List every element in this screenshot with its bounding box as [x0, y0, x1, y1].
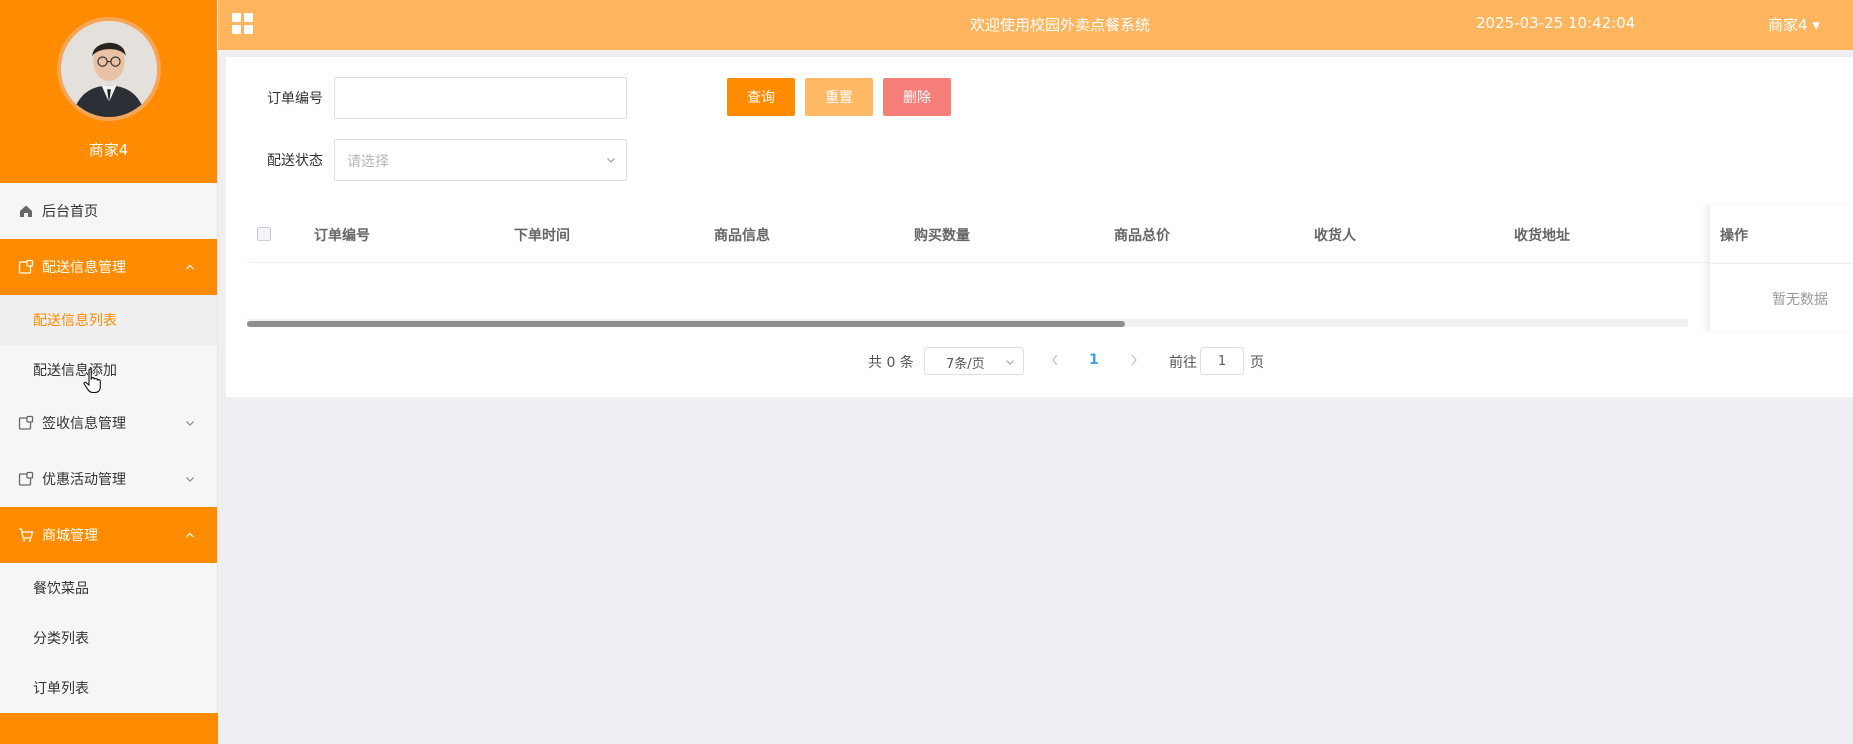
- sidebar-item-promotion-management[interactable]: 优惠活动管理: [0, 451, 217, 507]
- page-suffix: 页: [1250, 355, 1264, 371]
- avatar-image: [60, 21, 157, 117]
- prev-page-icon[interactable]: [1050, 353, 1060, 367]
- sidebar-item-delivery-management[interactable]: 配送信息管理: [0, 239, 217, 295]
- query-button[interactable]: 查询: [727, 78, 795, 116]
- avatar[interactable]: [56, 17, 161, 121]
- chevron-down-icon: [185, 474, 195, 484]
- sidebar-item-shop-management[interactable]: 商城管理: [0, 507, 217, 563]
- submenu-item-dishes[interactable]: 餐饮菜品: [0, 563, 217, 613]
- submenu-item-delivery-list[interactable]: 配送信息列表: [0, 295, 217, 345]
- select-all-checkbox[interactable]: [257, 227, 271, 241]
- page-number-current[interactable]: 1: [1089, 352, 1099, 368]
- top-header: 欢迎使用校园外卖点餐系统 2025-03-25 10:42:04 商家4 ▾: [218, 0, 1853, 50]
- grid-menu-icon[interactable]: [232, 13, 254, 35]
- goto-page-input[interactable]: [1200, 347, 1244, 375]
- sidebar-item-label: 商城管理: [42, 528, 98, 544]
- column-header[interactable]: 收货地址: [1514, 225, 1570, 245]
- sidebar-item-signoff-management[interactable]: 签收信息管理: [0, 395, 217, 451]
- order-no-input[interactable]: [334, 77, 627, 119]
- table-header: 订单编号 下单时间 商品信息 购买数量 商品总价 收货人 收货地址: [247, 205, 1853, 263]
- total-count: 共 0 条: [868, 355, 914, 371]
- sidebar-item-label: 签收信息管理: [42, 416, 126, 432]
- sidebar-item-home[interactable]: 后台首页: [0, 183, 217, 239]
- column-header[interactable]: 收货人: [1314, 225, 1356, 245]
- delete-button[interactable]: 删除: [883, 78, 951, 116]
- sidebar: 商家4 后台首页 配送信息管理 配送信息列表 配送信息添加 签收信息管理 优惠活…: [0, 0, 218, 744]
- home-icon: [18, 203, 34, 219]
- submenu-item-categories[interactable]: 分类列表: [0, 613, 217, 663]
- folder-icon: [18, 415, 34, 431]
- content-panel: 订单编号 查询 重置 删除 配送状态 请选择 订单编号 下单时间 商品信息 购买…: [226, 57, 1853, 397]
- submenu-item-orders[interactable]: 订单列表: [0, 663, 217, 713]
- profile-panel: 商家4: [0, 0, 217, 183]
- cart-icon: [18, 527, 34, 543]
- select-placeholder: 请选择: [347, 154, 389, 170]
- user-dropdown[interactable]: 商家4 ▾: [1768, 14, 1820, 35]
- profile-name: 商家4: [88, 141, 129, 159]
- chevron-up-icon: [185, 262, 195, 272]
- submenu-item-delivery-add[interactable]: 配送信息添加: [0, 345, 217, 395]
- chevron-down-icon: [1006, 360, 1014, 365]
- hand-pointer-icon: [83, 368, 101, 394]
- delivery-table: 订单编号 下单时间 商品信息 购买数量 商品总价 收货人 收货地址 操作 暂无数…: [247, 205, 1853, 331]
- chevron-up-icon: [185, 530, 195, 540]
- delivery-status-label: 配送状态: [267, 153, 323, 169]
- sidebar-item-label: 优惠活动管理: [42, 472, 126, 488]
- chevron-down-icon: [185, 418, 195, 428]
- header-datetime: 2025-03-25 10:42:04: [1476, 14, 1636, 32]
- column-header[interactable]: 购买数量: [914, 225, 970, 245]
- column-header[interactable]: 订单编号: [314, 225, 370, 245]
- goto-label: 前往: [1169, 355, 1197, 371]
- chevron-down-icon: [607, 158, 615, 163]
- fixed-action-column: 操作 暂无数据: [1709, 205, 1853, 331]
- page-size-value: 7条/页: [946, 357, 985, 372]
- header-title: 欢迎使用校园外卖点餐系统: [970, 16, 1151, 34]
- action-column-header: 操作: [1720, 228, 1748, 244]
- column-header[interactable]: 商品总价: [1114, 225, 1170, 245]
- column-header[interactable]: 下单时间: [514, 225, 570, 245]
- order-no-label: 订单编号: [267, 91, 323, 107]
- empty-text: 暂无数据: [1772, 292, 1828, 308]
- user-name: 商家4: [1768, 16, 1808, 34]
- caret-down-icon: ▾: [1812, 16, 1820, 34]
- sidebar-item-label: 后台首页: [42, 204, 98, 220]
- page-size-select[interactable]: 7条/页: [924, 347, 1024, 375]
- delivery-status-select[interactable]: 请选择: [334, 139, 627, 181]
- next-page-icon[interactable]: [1129, 353, 1139, 367]
- reset-button[interactable]: 重置: [805, 78, 873, 116]
- sidebar-next-item[interactable]: [0, 713, 218, 744]
- sidebar-item-label: 配送信息管理: [42, 260, 126, 276]
- folder-icon: [18, 471, 34, 487]
- horizontal-scrollbar-thumb[interactable]: [247, 321, 1125, 327]
- column-header[interactable]: 商品信息: [714, 225, 770, 245]
- folder-icon: [18, 259, 34, 275]
